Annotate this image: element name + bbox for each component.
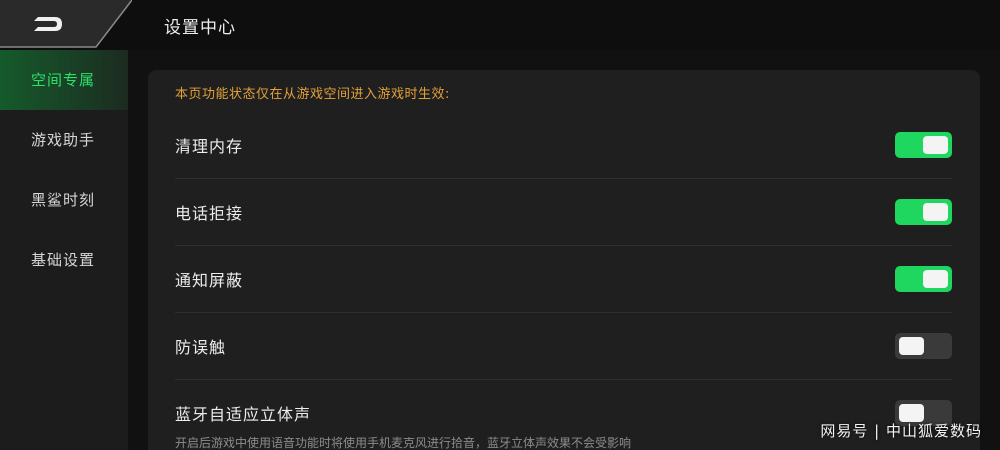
notice-text: 本页功能状态仅在从游戏空间进入游戏时生效: — [175, 87, 450, 102]
setting-label: 蓝牙自适应立体声 — [175, 405, 312, 424]
back-button[interactable] — [0, 0, 132, 50]
setting-label: 清理内存 — [175, 137, 244, 156]
sidebar-item-game-assistant[interactable]: 游戏助手 — [0, 110, 128, 170]
sidebar-item-space-exclusive[interactable]: 空间专属 — [0, 50, 128, 110]
settings-panel: 本页功能状态仅在从游戏空间进入游戏时生效: 清理内存 电话拒接 通知屏蔽 防误触 — [148, 70, 980, 450]
toggle-knob — [923, 136, 948, 154]
setting-row-block-notifications: 通知屏蔽 — [175, 246, 952, 312]
setting-row-clear-memory: 清理内存 — [175, 112, 952, 178]
watermark: 网易号 | 中山狐爱数码 — [820, 422, 982, 440]
toggle-knob — [923, 270, 948, 288]
sidebar-item-blackshark-moments[interactable]: 黑鲨时刻 — [0, 170, 128, 230]
setting-description: 开启后游戏中使用语音功能时将使用手机麦克风进行拾音，蓝牙立体声效果不会受影响 — [175, 436, 632, 450]
setting-row-anti-mistouch: 防误触 — [175, 313, 952, 379]
setting-label: 电话拒接 — [175, 204, 244, 223]
back-tab-shape — [0, 0, 132, 48]
settings-app: 设置中心 空间专属 游戏助手 黑鲨时刻 基础设置 本页功能状态仅在从游戏空间进入… — [0, 0, 1000, 450]
sidebar-item-basic-settings[interactable]: 基础设置 — [0, 230, 128, 290]
header: 设置中心 — [0, 0, 1000, 50]
setting-row-reject-calls: 电话拒接 — [175, 179, 952, 245]
setting-label: 防误触 — [175, 338, 227, 357]
page-title: 设置中心 — [164, 18, 236, 38]
reject-calls-toggle[interactable] — [895, 199, 952, 225]
clear-memory-toggle[interactable] — [895, 132, 952, 158]
toggle-knob — [899, 337, 924, 355]
setting-label: 通知屏蔽 — [175, 271, 244, 290]
block-notifications-toggle[interactable] — [895, 266, 952, 292]
anti-mistouch-toggle[interactable] — [895, 333, 952, 359]
toggle-knob — [923, 203, 948, 221]
sidebar: 空间专属 游戏助手 黑鲨时刻 基础设置 — [0, 50, 128, 450]
